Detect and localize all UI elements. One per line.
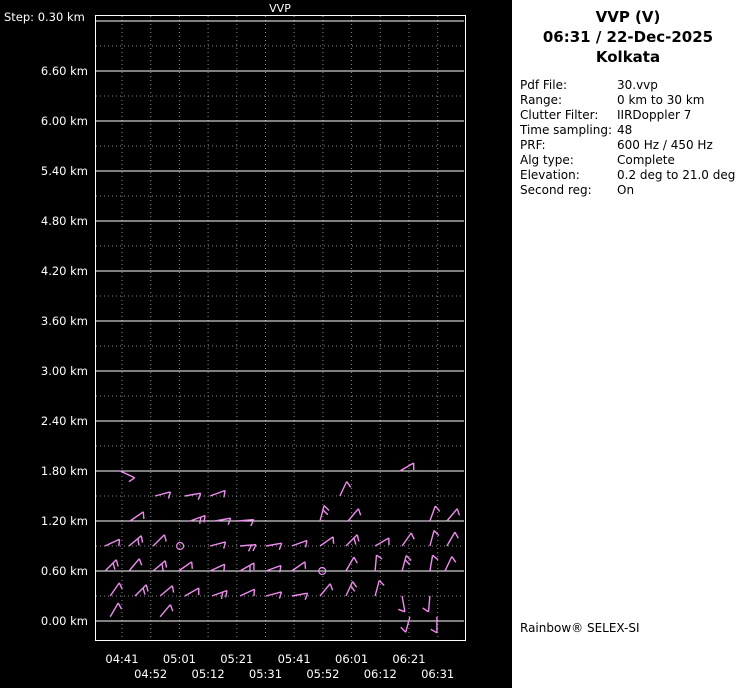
x-axis-label: 06:12 [358,667,402,681]
x-axis-label: 06:31 [416,667,460,681]
field-row: Alg type:Complete [520,153,744,168]
field-label: PRF: [520,138,617,153]
y-axis-label: 5.40 km [0,163,88,179]
field-value: IIRDoppler 7 [617,108,744,123]
panel-datetime: 06:31 / 22-Dec-2025 [512,28,744,46]
field-row: Pdf File:30.vvp [520,78,744,93]
field-label: Elevation: [520,168,617,183]
x-axis-label: 05:12 [186,667,230,681]
x-axis-label: 06:01 [330,652,374,666]
field-label: Second reg: [520,183,617,198]
y-axis-label: 3.00 km [0,363,88,379]
field-row: Elevation:0.2 deg to 21.0 deg [520,168,744,183]
y-axis-label: 4.20 km [0,263,88,279]
field-label: Pdf File: [520,78,617,93]
y-axis-label: 0.00 km [0,613,88,629]
vvp-plot-region: VVP Step: 0.30 km 6.60 km 6.00 km 5.40 km 4… [0,0,512,688]
brand-footer: Rainbow® SELEX-SI [520,621,640,635]
field-row: Range:0 km to 30 km [520,93,744,108]
field-value: 30.vvp [617,78,744,93]
x-axis-label: 05:01 [157,652,201,666]
x-axis-label: 04:52 [129,667,173,681]
field-value: On [617,183,744,198]
field-label: Time sampling: [520,123,617,138]
panel-title: VVP (V) [512,8,744,26]
field-row: Clutter Filter:IIRDoppler 7 [520,108,744,123]
panel-fields: Pdf File:30.vvpRange:0 km to 30 kmClutte… [512,78,744,198]
field-value: Complete [617,153,744,168]
field-value: 0.2 deg to 21.0 deg [617,168,744,183]
y-axis-label: 0.60 km [0,563,88,579]
y-axis-label: 1.80 km [0,463,88,479]
y-axis-label: 4.80 km [0,213,88,229]
wind-barb-chart [95,15,466,641]
x-axis-label: 06:21 [387,652,431,666]
y-axis-label: 6.00 km [0,113,88,129]
info-panel: VVP (V) 06:31 / 22-Dec-2025 Kolkata Pdf … [512,0,744,688]
x-axis-label: 05:21 [215,652,259,666]
y-axis-label: 3.60 km [0,313,88,329]
x-axis-label: 05:31 [244,667,288,681]
field-value: 0 km to 30 km [617,93,744,108]
x-axis-label: 04:41 [100,652,144,666]
field-label: Range: [520,93,617,108]
step-label: Step: 0.30 km [4,10,85,24]
field-row: Second reg:On [520,183,744,198]
x-axis-label: 05:41 [272,652,316,666]
field-label: Clutter Filter: [520,108,617,123]
y-axis-label: 6.60 km [0,63,88,79]
field-row: PRF:600 Hz / 450 Hz [520,138,744,153]
field-value: 600 Hz / 450 Hz [617,138,744,153]
field-label: Alg type: [520,153,617,168]
x-axis-label: 05:52 [301,667,345,681]
field-value: 48 [617,123,744,138]
panel-site: Kolkata [512,48,744,66]
plot-title: VVP [95,2,465,15]
y-axis-label: 1.20 km [0,513,88,529]
y-axis-label: 2.40 km [0,413,88,429]
field-row: Time sampling:48 [520,123,744,138]
